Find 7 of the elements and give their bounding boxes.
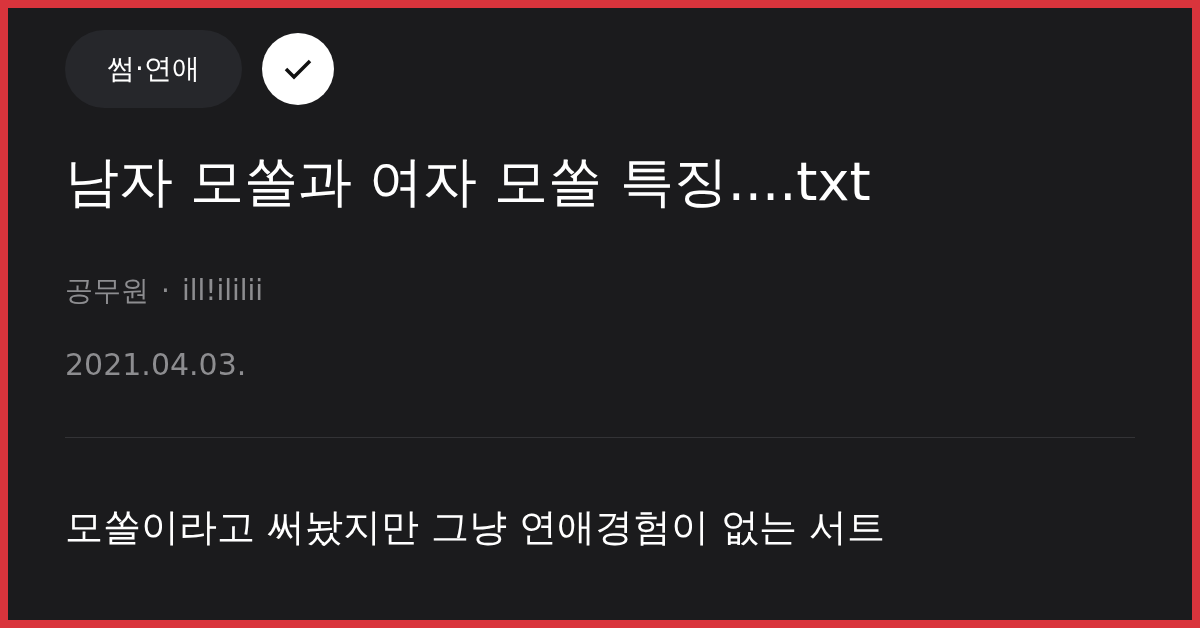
- separator-dot: ·: [161, 273, 170, 309]
- category-tag[interactable]: 썸·연애: [65, 30, 242, 108]
- post-title: 남자 모쏠과 여자 모쏠 특징....txt: [65, 149, 872, 215]
- post-body: 모쏠이라고 써놨지만 그냥 연애경험이 없는 서트: [65, 504, 887, 551]
- post-date: 2021.04.03.: [65, 346, 248, 384]
- company-name: 공무원: [65, 273, 149, 309]
- author-name: ill!ililii: [181, 273, 264, 309]
